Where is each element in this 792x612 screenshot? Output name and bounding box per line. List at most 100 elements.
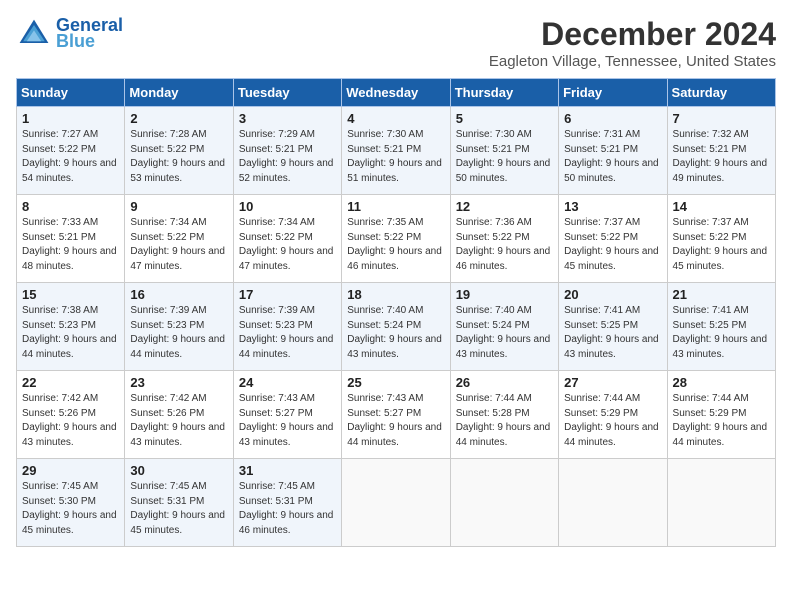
week-row-2: 8 Sunrise: 7:33 AM Sunset: 5:21 PM Dayli… [17,195,776,283]
day-number: 8 [22,199,119,214]
day-detail: Sunrise: 7:45 AM Sunset: 5:31 PM Dayligh… [130,480,227,538]
day-number: 29 [22,463,119,478]
day-number: 31 [239,463,336,478]
day-cell-8: 8 Sunrise: 7:33 AM Sunset: 5:21 PM Dayli… [17,195,125,283]
day-cell-13: 13 Sunrise: 7:37 AM Sunset: 5:22 PM Dayl… [559,195,667,283]
day-number: 26 [456,375,553,390]
day-cell-5: 5 Sunrise: 7:30 AM Sunset: 5:21 PM Dayli… [450,107,558,195]
day-detail: Sunrise: 7:32 AM Sunset: 5:21 PM Dayligh… [673,128,770,186]
day-detail: Sunrise: 7:30 AM Sunset: 5:21 PM Dayligh… [347,128,444,186]
day-detail: Sunrise: 7:43 AM Sunset: 5:27 PM Dayligh… [347,392,444,450]
day-detail: Sunrise: 7:28 AM Sunset: 5:22 PM Dayligh… [130,128,227,186]
day-detail: Sunrise: 7:42 AM Sunset: 5:26 PM Dayligh… [130,392,227,450]
empty-cell [342,459,450,547]
day-cell-12: 12 Sunrise: 7:36 AM Sunset: 5:22 PM Dayl… [450,195,558,283]
day-detail: Sunrise: 7:30 AM Sunset: 5:21 PM Dayligh… [456,128,553,186]
calendar-header: SundayMondayTuesdayWednesdayThursdayFrid… [17,79,776,107]
day-cell-9: 9 Sunrise: 7:34 AM Sunset: 5:22 PM Dayli… [125,195,233,283]
day-number: 15 [22,287,119,302]
day-detail: Sunrise: 7:44 AM Sunset: 5:29 PM Dayligh… [673,392,770,450]
day-cell-25: 25 Sunrise: 7:43 AM Sunset: 5:27 PM Dayl… [342,371,450,459]
day-detail: Sunrise: 7:44 AM Sunset: 5:29 PM Dayligh… [564,392,661,450]
calendar-table: SundayMondayTuesdayWednesdayThursdayFrid… [16,78,776,547]
day-number: 21 [673,287,770,302]
day-cell-30: 30 Sunrise: 7:45 AM Sunset: 5:31 PM Dayl… [125,459,233,547]
day-cell-24: 24 Sunrise: 7:43 AM Sunset: 5:27 PM Dayl… [233,371,341,459]
day-detail: Sunrise: 7:45 AM Sunset: 5:31 PM Dayligh… [239,480,336,538]
day-cell-23: 23 Sunrise: 7:42 AM Sunset: 5:26 PM Dayl… [125,371,233,459]
day-number: 20 [564,287,661,302]
page-header: General Blue December 2024 Eagleton Vill… [16,16,776,70]
day-number: 7 [673,111,770,126]
day-number: 18 [347,287,444,302]
day-cell-15: 15 Sunrise: 7:38 AM Sunset: 5:23 PM Dayl… [17,283,125,371]
empty-cell [667,459,775,547]
day-detail: Sunrise: 7:43 AM Sunset: 5:27 PM Dayligh… [239,392,336,450]
day-detail: Sunrise: 7:44 AM Sunset: 5:28 PM Dayligh… [456,392,553,450]
day-cell-11: 11 Sunrise: 7:35 AM Sunset: 5:22 PM Dayl… [342,195,450,283]
day-cell-10: 10 Sunrise: 7:34 AM Sunset: 5:22 PM Dayl… [233,195,341,283]
week-row-5: 29 Sunrise: 7:45 AM Sunset: 5:30 PM Dayl… [17,459,776,547]
header-cell-saturday: Saturday [667,79,775,107]
calendar-body: 1 Sunrise: 7:27 AM Sunset: 5:22 PM Dayli… [17,107,776,547]
day-detail: Sunrise: 7:31 AM Sunset: 5:21 PM Dayligh… [564,128,661,186]
header-cell-tuesday: Tuesday [233,79,341,107]
day-number: 22 [22,375,119,390]
day-number: 1 [22,111,119,126]
day-cell-1: 1 Sunrise: 7:27 AM Sunset: 5:22 PM Dayli… [17,107,125,195]
location: Eagleton Village, Tennessee, United Stat… [489,53,776,70]
day-number: 17 [239,287,336,302]
day-detail: Sunrise: 7:34 AM Sunset: 5:22 PM Dayligh… [130,216,227,274]
day-detail: Sunrise: 7:39 AM Sunset: 5:23 PM Dayligh… [239,304,336,362]
day-cell-16: 16 Sunrise: 7:39 AM Sunset: 5:23 PM Dayl… [125,283,233,371]
day-cell-22: 22 Sunrise: 7:42 AM Sunset: 5:26 PM Dayl… [17,371,125,459]
header-cell-thursday: Thursday [450,79,558,107]
header-cell-sunday: Sunday [17,79,125,107]
day-number: 2 [130,111,227,126]
day-cell-17: 17 Sunrise: 7:39 AM Sunset: 5:23 PM Dayl… [233,283,341,371]
day-cell-20: 20 Sunrise: 7:41 AM Sunset: 5:25 PM Dayl… [559,283,667,371]
day-cell-26: 26 Sunrise: 7:44 AM Sunset: 5:28 PM Dayl… [450,371,558,459]
day-cell-14: 14 Sunrise: 7:37 AM Sunset: 5:22 PM Dayl… [667,195,775,283]
day-cell-6: 6 Sunrise: 7:31 AM Sunset: 5:21 PM Dayli… [559,107,667,195]
day-number: 13 [564,199,661,214]
day-number: 30 [130,463,227,478]
header-cell-monday: Monday [125,79,233,107]
day-detail: Sunrise: 7:38 AM Sunset: 5:23 PM Dayligh… [22,304,119,362]
week-row-3: 15 Sunrise: 7:38 AM Sunset: 5:23 PM Dayl… [17,283,776,371]
day-number: 12 [456,199,553,214]
day-number: 9 [130,199,227,214]
day-number: 24 [239,375,336,390]
day-number: 4 [347,111,444,126]
day-number: 27 [564,375,661,390]
day-number: 5 [456,111,553,126]
empty-cell [450,459,558,547]
day-cell-21: 21 Sunrise: 7:41 AM Sunset: 5:25 PM Dayl… [667,283,775,371]
day-number: 19 [456,287,553,302]
day-cell-28: 28 Sunrise: 7:44 AM Sunset: 5:29 PM Dayl… [667,371,775,459]
month-title: December 2024 [489,16,776,53]
day-cell-4: 4 Sunrise: 7:30 AM Sunset: 5:21 PM Dayli… [342,107,450,195]
day-detail: Sunrise: 7:39 AM Sunset: 5:23 PM Dayligh… [130,304,227,362]
day-detail: Sunrise: 7:35 AM Sunset: 5:22 PM Dayligh… [347,216,444,274]
day-detail: Sunrise: 7:34 AM Sunset: 5:22 PM Dayligh… [239,216,336,274]
day-detail: Sunrise: 7:33 AM Sunset: 5:21 PM Dayligh… [22,216,119,274]
day-detail: Sunrise: 7:36 AM Sunset: 5:22 PM Dayligh… [456,216,553,274]
logo-text: General Blue [56,16,123,52]
day-cell-29: 29 Sunrise: 7:45 AM Sunset: 5:30 PM Dayl… [17,459,125,547]
title-block: December 2024 Eagleton Village, Tennesse… [489,16,776,70]
day-detail: Sunrise: 7:42 AM Sunset: 5:26 PM Dayligh… [22,392,119,450]
empty-cell [559,459,667,547]
day-number: 11 [347,199,444,214]
day-detail: Sunrise: 7:41 AM Sunset: 5:25 PM Dayligh… [673,304,770,362]
day-number: 25 [347,375,444,390]
header-cell-friday: Friday [559,79,667,107]
day-number: 28 [673,375,770,390]
day-cell-18: 18 Sunrise: 7:40 AM Sunset: 5:24 PM Dayl… [342,283,450,371]
week-row-4: 22 Sunrise: 7:42 AM Sunset: 5:26 PM Dayl… [17,371,776,459]
day-cell-19: 19 Sunrise: 7:40 AM Sunset: 5:24 PM Dayl… [450,283,558,371]
day-cell-27: 27 Sunrise: 7:44 AM Sunset: 5:29 PM Dayl… [559,371,667,459]
day-number: 3 [239,111,336,126]
logo: General Blue [16,16,123,52]
day-cell-31: 31 Sunrise: 7:45 AM Sunset: 5:31 PM Dayl… [233,459,341,547]
